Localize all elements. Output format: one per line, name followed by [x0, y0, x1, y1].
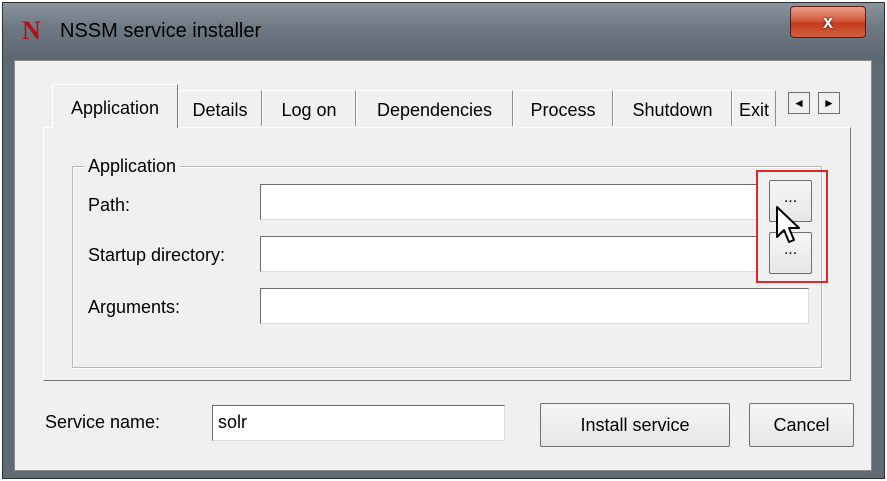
tab-scroll-left-button[interactable]: ◄ — [788, 92, 810, 114]
arguments-input[interactable] — [260, 288, 809, 324]
triangle-right-icon: ► — [823, 96, 835, 110]
close-button[interactable]: x — [790, 6, 866, 38]
startup-directory-label: Startup directory: — [88, 245, 226, 265]
arguments-label: Arguments: — [88, 297, 181, 317]
service-name-label: Service name: — [45, 412, 161, 432]
tab-process[interactable]: Process — [513, 90, 613, 126]
startup-directory-input[interactable] — [260, 236, 757, 272]
tab-details[interactable]: Details — [178, 90, 262, 126]
application-group-title: Application — [84, 156, 181, 177]
triangle-left-icon: ◄ — [793, 96, 805, 110]
cancel-button[interactable]: Cancel — [749, 403, 854, 447]
path-label: Path: — [88, 195, 131, 215]
nssm-logo-icon: N — [22, 16, 41, 45]
install-service-button[interactable]: Install service — [540, 403, 730, 447]
tab-dependencies[interactable]: Dependencies — [356, 90, 513, 126]
service-name-input[interactable]: solr — [212, 405, 505, 441]
window-title: NSSM service installer — [60, 20, 262, 42]
tab-application[interactable]: Application — [52, 84, 178, 128]
tab-log-on[interactable]: Log on — [262, 90, 356, 126]
mouse-pointer-icon — [776, 206, 800, 243]
path-input[interactable] — [260, 184, 757, 220]
tab-exit[interactable]: Exit — [732, 90, 776, 126]
tab-shutdown[interactable]: Shutdown — [613, 90, 732, 126]
tab-scroll-right-button[interactable]: ► — [818, 92, 840, 114]
